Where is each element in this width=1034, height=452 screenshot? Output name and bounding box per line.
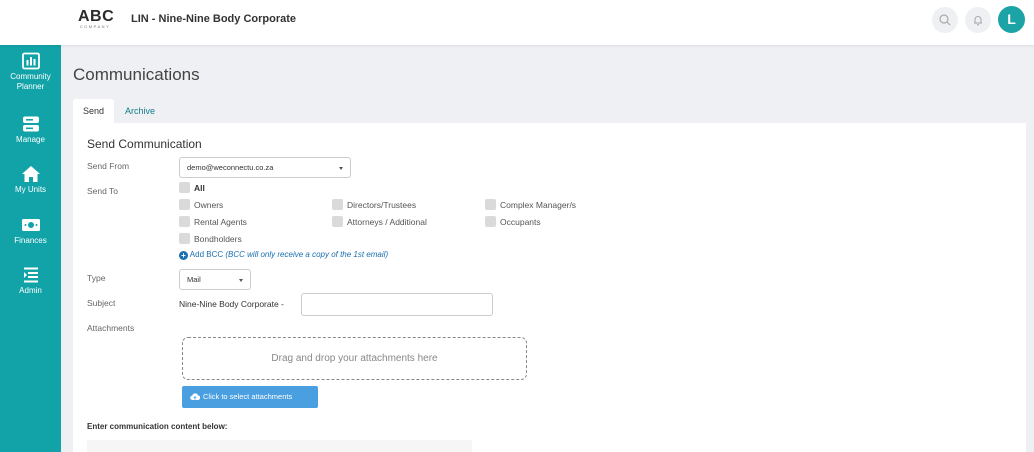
sidebar-item-admin[interactable]: Admin — [0, 266, 61, 296]
tab-send[interactable]: Send — [73, 99, 115, 123]
bar-chart-icon — [21, 52, 40, 70]
sidebar-item-community-planner[interactable]: Community Planner — [0, 52, 61, 92]
server-icon — [22, 116, 39, 132]
checkbox-box[interactable] — [485, 199, 496, 210]
content-editor[interactable] — [87, 440, 472, 452]
subject-label: Subject — [87, 298, 116, 308]
page-title: Communications — [73, 65, 200, 84]
plus-circle-icon: + — [179, 251, 188, 260]
search-icon — [939, 14, 951, 26]
sidebar-label: My Units — [14, 185, 47, 194]
checkbox-box[interactable] — [179, 182, 190, 193]
list-icon — [23, 267, 38, 283]
logo-subtext: COMPANY — [79, 24, 111, 29]
notifications-button[interactable] — [965, 7, 991, 33]
sidebar: Community Planner Manage My Units Financ… — [0, 45, 61, 452]
checkbox-label: Occupants — [500, 217, 541, 227]
top-bar: ABC COMPANY LIN - Nine-Nine Body Corpora… — [0, 0, 1034, 45]
select-attachments-label: Click to select attachments — [203, 392, 293, 401]
cloud-upload-icon — [190, 393, 201, 401]
checkbox-label: Owners — [194, 200, 224, 210]
sidebar-item-manage[interactable]: Manage — [0, 115, 61, 145]
logo-text: ABC — [78, 8, 115, 25]
dropzone-text: Drag and drop your attachments here — [271, 353, 438, 364]
tab-archive[interactable]: Archive — [115, 99, 165, 123]
checkbox-box[interactable] — [485, 216, 496, 227]
scheme-title: LIN - Nine-Nine Body Corporate — [131, 13, 297, 25]
checkbox-box[interactable] — [179, 199, 190, 210]
company-logo[interactable]: ABC COMPANY — [78, 8, 115, 30]
checkbox-label: Directors/Trustees — [347, 200, 417, 210]
checkbox-box[interactable] — [179, 233, 190, 244]
checkbox-box[interactable] — [332, 199, 343, 210]
sidebar-label-line2: Planner — [16, 82, 45, 91]
subject-prefix: Nine-Nine Body Corporate - — [179, 299, 284, 309]
checkbox-box[interactable] — [332, 216, 343, 227]
select-attachments-button[interactable]: Click to select attachments — [182, 386, 318, 408]
add-bcc-label: Add BCC — [189, 250, 224, 259]
sidebar-item-my-units[interactable]: My Units — [0, 165, 61, 195]
add-bcc-note: (BCC will only receive a copy of the 1st… — [225, 250, 389, 259]
chevron-down-icon — [339, 167, 343, 170]
checkbox-box[interactable] — [179, 216, 190, 227]
user-avatar[interactable]: L — [998, 6, 1025, 33]
send-from-select[interactable]: demo@weconnectu.co.za — [179, 157, 351, 178]
type-label: Type — [87, 273, 106, 283]
send-from-label: Send From — [87, 161, 130, 171]
send-from-value: demo@weconnectu.co.za — [187, 163, 274, 172]
checkbox-label: Rental Agents — [194, 217, 247, 227]
sidebar-label: Community Planner — [0, 72, 61, 92]
money-icon — [21, 219, 40, 231]
sidebar-label-line1: Community — [10, 72, 51, 81]
subject-input[interactable] — [301, 293, 493, 316]
checkbox-label: All — [194, 183, 205, 193]
chevron-down-icon — [239, 279, 243, 282]
attachments-dropzone[interactable]: Drag and drop your attachments here — [182, 337, 527, 380]
checkbox-label: Bondholders — [194, 234, 242, 244]
attachments-label: Attachments — [87, 323, 135, 333]
bell-icon — [974, 16, 982, 26]
add-bcc-link[interactable]: + Add BCC (BCC will only receive a copy … — [179, 250, 388, 260]
sidebar-label: Admin — [19, 286, 42, 295]
send-to-label: Send To — [87, 186, 119, 196]
type-select[interactable]: Mail — [179, 269, 251, 290]
sidebar-item-finances[interactable]: Finances — [0, 216, 61, 246]
home-icon — [21, 166, 40, 182]
section-title: Send Communication — [87, 137, 202, 151]
checkbox-label: Complex Manager/s — [500, 200, 577, 210]
sidebar-label: Manage — [16, 135, 45, 144]
type-value: Mail — [187, 275, 201, 284]
search-button[interactable] — [932, 7, 958, 33]
sidebar-label: Finances — [14, 236, 47, 245]
content-label: Enter communication content below: — [87, 422, 228, 431]
checkbox-label: Attorneys / Additional — [347, 217, 427, 227]
